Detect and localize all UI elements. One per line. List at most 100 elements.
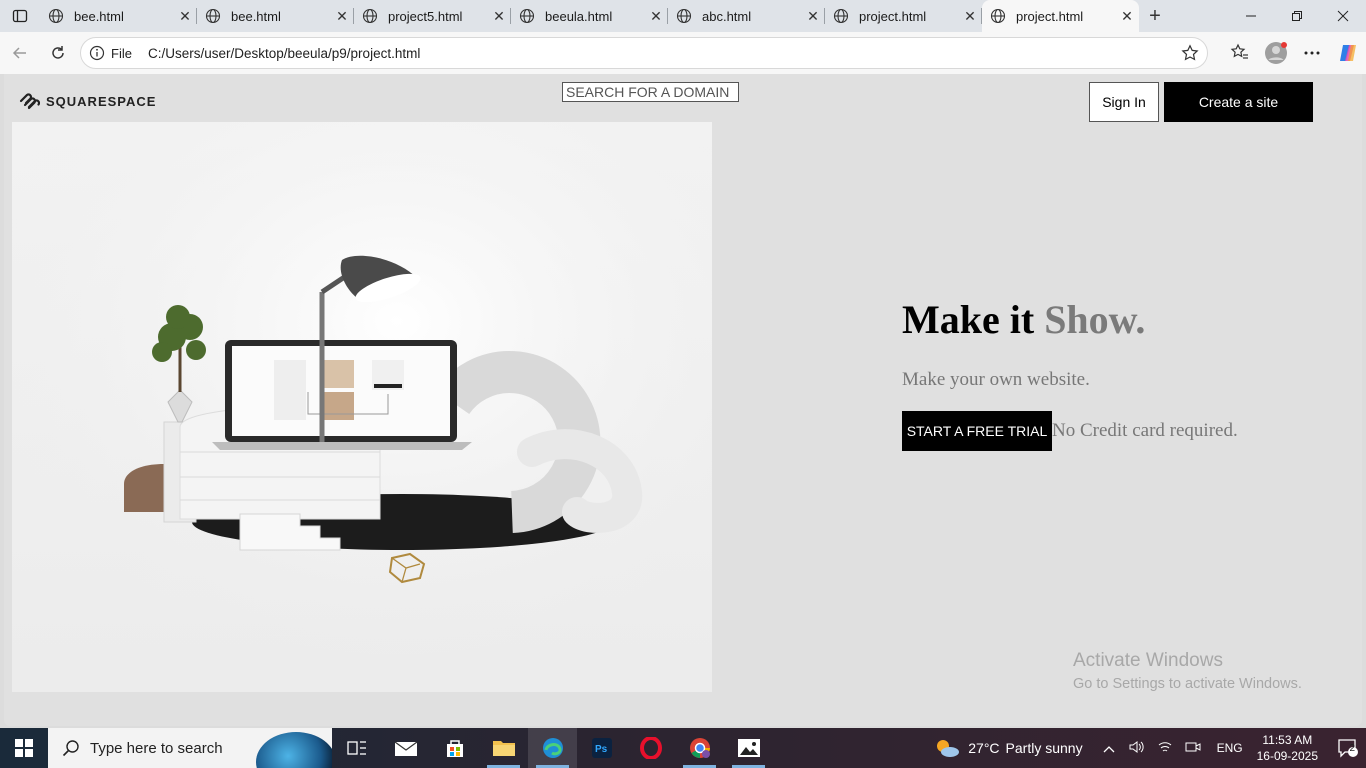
profile-button[interactable] <box>1258 35 1294 71</box>
more-menu-button[interactable] <box>1294 35 1330 71</box>
svg-text:Ps: Ps <box>595 744 608 755</box>
headline-main: Make it <box>902 297 1045 342</box>
free-trial-button[interactable]: START A FREE TRIAL <box>902 411 1052 451</box>
close-tab-icon[interactable]: ✕ <box>644 8 668 25</box>
store-icon <box>446 740 463 757</box>
taskbar-search-box[interactable]: Type here to search <box>48 728 332 768</box>
close-window-icon <box>1337 10 1349 22</box>
url-text[interactable]: C:/Users/user/Desktop/beeula/p9/project.… <box>148 46 420 61</box>
close-tab-icon[interactable]: ✕ <box>801 8 825 25</box>
chrome-icon <box>689 738 710 758</box>
system-clock[interactable]: 11:53 AM 16-09-2025 <box>1257 732 1318 764</box>
browser-tab[interactable]: abc.html ✕ <box>668 0 825 32</box>
store-app-button[interactable] <box>430 728 479 768</box>
hero-headline: Make it Show. <box>902 296 1238 343</box>
mail-icon <box>394 741 417 756</box>
restore-icon <box>1292 11 1302 21</box>
browser-tab[interactable]: project.html ✕ <box>982 0 1139 32</box>
input-language[interactable]: ENG <box>1217 741 1243 755</box>
search-icon <box>62 740 79 757</box>
show-hidden-icons-button[interactable] <box>1097 741 1121 756</box>
chevron-up-icon <box>1103 745 1115 752</box>
edge-browser-button[interactable] <box>528 728 577 768</box>
opera-button[interactable] <box>626 728 675 768</box>
create-site-button[interactable]: Create a site <box>1164 82 1313 122</box>
new-tab-button[interactable]: + <box>1139 5 1171 28</box>
task-view-button[interactable] <box>332 728 381 768</box>
copilot-icon <box>1340 45 1356 61</box>
browser-tab[interactable]: beeula.html ✕ <box>511 0 668 32</box>
weather-description: Partly sunny <box>1005 740 1083 756</box>
chrome-button[interactable] <box>675 728 724 768</box>
volume-button[interactable] <box>1125 740 1149 757</box>
minimize-button[interactable] <box>1228 0 1274 32</box>
search-highlight-globe-icon <box>256 732 332 768</box>
mail-app-button[interactable] <box>381 728 430 768</box>
close-tab-icon[interactable]: ✕ <box>173 8 197 25</box>
file-explorer-button[interactable] <box>479 728 528 768</box>
globe-icon <box>519 8 535 24</box>
reload-icon <box>52 46 64 59</box>
cta-row: START A FREE TRIAL No Credit card requir… <box>902 411 1238 451</box>
close-tab-icon[interactable]: ✕ <box>1115 8 1139 25</box>
start-button[interactable] <box>0 728 48 768</box>
close-tab-icon[interactable]: ✕ <box>958 8 982 25</box>
photos-icon <box>737 739 760 757</box>
weather-widget[interactable]: 27°C Partly sunny <box>934 737 1083 759</box>
browser-tab[interactable]: bee.html ✕ <box>197 0 354 32</box>
browser-tab[interactable]: project5.html ✕ <box>354 0 511 32</box>
globe-icon <box>833 8 849 24</box>
close-tab-icon[interactable]: ✕ <box>330 8 354 25</box>
globe-icon <box>48 8 64 24</box>
meet-now-button[interactable] <box>1181 740 1205 757</box>
photos-app-button[interactable] <box>724 728 773 768</box>
browser-tab-strip: bee.html ✕ bee.html ✕ project5.html ✕ beeula.h… <box>0 0 1366 32</box>
photoshop-button[interactable]: Ps <box>577 728 626 768</box>
page-viewport: SQUARESPACE Sign In Create a site <box>4 74 1362 726</box>
wifi-icon <box>1158 741 1171 751</box>
taskbar-search-placeholder: Type here to search <box>90 739 223 757</box>
task-view-icon <box>346 741 366 755</box>
domain-search-input[interactable] <box>562 82 739 102</box>
notification-icon <box>1338 739 1358 758</box>
activate-windows-watermark: Activate Windows Go to Settings to activ… <box>1073 650 1302 692</box>
camera-icon <box>1185 742 1201 751</box>
favorites-icon <box>1230 43 1248 59</box>
tab-title: beeula.html <box>545 8 613 24</box>
squarespace-logo[interactable]: SQUARESPACE <box>18 92 156 110</box>
back-arrow-icon <box>12 47 26 59</box>
tab-title: project.html <box>1016 8 1084 24</box>
back-button[interactable] <box>2 35 38 71</box>
logo-text: SQUARESPACE <box>46 93 157 109</box>
clock-time: 11:53 AM <box>1262 733 1313 747</box>
tab-actions-icon <box>12 9 28 23</box>
browser-tab[interactable]: project.html ✕ <box>825 0 982 32</box>
globe-icon <box>362 8 378 24</box>
squarespace-logo-icon <box>19 93 40 110</box>
close-tab-icon[interactable]: ✕ <box>487 8 511 25</box>
folder-icon <box>492 741 515 756</box>
minimize-icon <box>1246 15 1256 17</box>
system-tray: 27°C Partly sunny ENG 11:53 AM 16-09-202… <box>934 728 1366 768</box>
restore-button[interactable] <box>1274 0 1320 32</box>
tab-title: project5.html <box>388 8 463 24</box>
info-icon[interactable] <box>89 45 105 61</box>
network-button[interactable] <box>1153 740 1177 757</box>
tab-title: project.html <box>859 8 927 24</box>
globe-icon <box>676 8 692 24</box>
address-bar[interactable]: File C:/Users/user/Desktop/beeula/p9/pro… <box>80 37 1208 69</box>
close-window-button[interactable] <box>1320 0 1366 32</box>
watermark-line-1: Activate Windows <box>1073 650 1223 671</box>
favorites-button[interactable] <box>1222 35 1258 71</box>
globe-icon <box>990 8 1006 24</box>
browser-tab[interactable]: bee.html ✕ <box>40 0 197 32</box>
copilot-button[interactable] <box>1330 35 1366 71</box>
weather-temperature: 27°C <box>968 740 1000 756</box>
notification-count: 2 <box>1349 743 1355 754</box>
notifications-button[interactable]: 2 <box>1330 738 1366 758</box>
reload-button[interactable] <box>40 35 76 71</box>
sign-in-button[interactable]: Sign In <box>1089 82 1159 122</box>
tab-actions-button[interactable] <box>0 0 40 32</box>
windows-logo-icon <box>15 739 33 757</box>
favorite-star-icon[interactable] <box>1181 44 1199 62</box>
